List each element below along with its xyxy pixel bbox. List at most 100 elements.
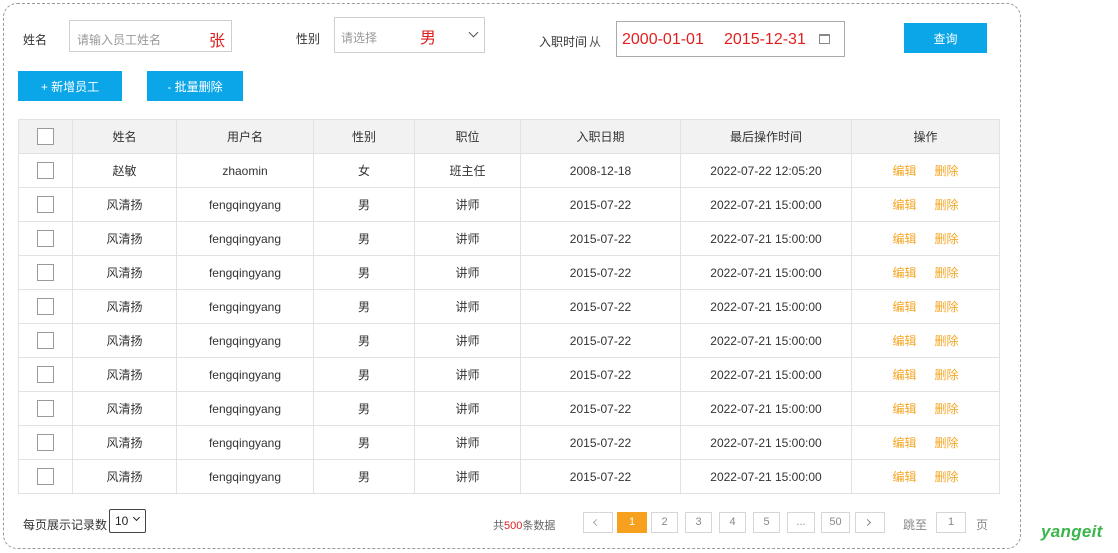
name-search-input[interactable]: 请输入员工姓名 张 (69, 20, 232, 52)
row-select-cell (18, 153, 73, 188)
row-checkbox[interactable] (37, 264, 54, 281)
cell-last-op-time: 2022-07-21 15:00:00 (680, 425, 852, 460)
gender-select-placeholder: 请选择 (341, 31, 378, 45)
column-header-name: 姓名 (72, 119, 177, 154)
total-count-value: 500 (504, 520, 523, 532)
employee-table: 姓名 用户名 性别 职位 入职日期 最后操作时间 操作 赵敏 zhaomin 女班主… (18, 119, 1000, 494)
page-button[interactable]: 4 (719, 512, 746, 533)
cell-username: fengqingyang (176, 459, 314, 494)
table-row: 风清扬 fengqingyang 男讲师 2015-07-22 2022-07-21 1… (18, 391, 1000, 426)
chevron-right-icon (863, 518, 872, 527)
cell-name: 风清扬 (72, 459, 177, 494)
name-filter-label: 姓名 (23, 33, 48, 47)
cell-actions: 编辑 删除 (851, 357, 1000, 392)
edit-link[interactable]: 编辑 (892, 266, 916, 280)
jump-page-input[interactable]: 1 (936, 512, 966, 533)
row-checkbox[interactable] (37, 162, 54, 179)
chevron-left-icon (592, 518, 601, 527)
row-checkbox[interactable] (37, 332, 54, 349)
cell-last-op-time: 2022-07-21 15:00:00 (680, 289, 852, 324)
search-button[interactable]: 查询 (904, 23, 987, 53)
gender-select[interactable]: 请选择 男 (334, 17, 485, 53)
row-checkbox[interactable] (37, 400, 54, 417)
table-row: 风清扬 fengqingyang 男讲师 2015-07-22 2022-07-21 1… (18, 289, 1000, 324)
cell-hire-date: 2015-07-22 (520, 391, 681, 426)
delete-link[interactable]: 删除 (935, 402, 959, 416)
row-checkbox[interactable] (37, 434, 54, 451)
edit-link[interactable]: 编辑 (892, 232, 916, 246)
page-button[interactable]: 5 (753, 512, 780, 533)
edit-link[interactable]: 编辑 (892, 164, 916, 178)
row-checkbox[interactable] (37, 230, 54, 247)
cell-actions: 编辑 删除 (851, 323, 1000, 358)
cell-hire-date: 2015-07-22 (520, 357, 681, 392)
row-checkbox[interactable] (37, 366, 54, 383)
page-size-label: 每页展示记录数 (23, 518, 108, 532)
page-button[interactable]: 3 (685, 512, 712, 533)
cell-actions: 编辑 删除 (851, 289, 1000, 324)
page-button[interactable]: 50 (821, 512, 850, 533)
cell-name: 风清扬 (72, 255, 177, 290)
row-checkbox[interactable] (37, 468, 54, 485)
name-input-value: 张 (209, 33, 226, 50)
cell-actions: 编辑 删除 (851, 153, 1000, 188)
delete-link[interactable]: 删除 (935, 232, 959, 246)
cell-position: 讲师 (414, 187, 521, 222)
edit-link[interactable]: 编辑 (892, 368, 916, 382)
cell-position: 讲师 (414, 459, 521, 494)
table-row: 风清扬 fengqingyang 男讲师 2015-07-22 2022-07-21 1… (18, 425, 1000, 460)
column-header-position: 职位 (414, 119, 521, 154)
cell-name: 风清扬 (72, 391, 177, 426)
cell-last-op-time: 2022-07-21 15:00:00 (680, 323, 852, 358)
cell-actions: 编辑 删除 (851, 255, 1000, 290)
cell-last-op-time: 2022-07-21 15:00:00 (680, 357, 852, 392)
add-employee-button[interactable]: + 新增员工 (18, 71, 122, 101)
cell-position: 班主任 (414, 153, 521, 188)
cell-last-op-time: 2022-07-21 15:00:00 (680, 391, 852, 426)
page-button[interactable]: 1 (617, 512, 647, 533)
row-select-cell (18, 221, 73, 256)
cell-hire-date: 2008-12-18 (520, 153, 681, 188)
gender-select-value: 男 (420, 30, 437, 47)
delete-link[interactable]: 删除 (935, 334, 959, 348)
edit-link[interactable]: 编辑 (892, 198, 916, 212)
delete-link[interactable]: 删除 (935, 266, 959, 280)
delete-link[interactable]: 删除 (935, 470, 959, 484)
hire-date-filter-label: 入职时间 (539, 35, 588, 49)
cell-last-op-time: 2022-07-21 15:00:00 (680, 187, 852, 222)
edit-link[interactable]: 编辑 (892, 334, 916, 348)
edit-link[interactable]: 编辑 (892, 436, 916, 450)
cell-last-op-time: 2022-07-21 15:00:00 (680, 221, 852, 256)
page-size-select[interactable]: 10 (109, 509, 146, 533)
column-header-gender: 性别 (313, 119, 415, 154)
delete-link[interactable]: 删除 (935, 198, 959, 212)
table-row: 风清扬 fengqingyang 男讲师 2015-07-22 2022-07-21 1… (18, 187, 1000, 222)
row-checkbox[interactable] (37, 196, 54, 213)
cell-name: 风清扬 (72, 357, 177, 392)
hire-date-range-picker[interactable]: 2000-01-01 2015-12-31 (616, 21, 845, 57)
select-all-checkbox[interactable] (37, 128, 54, 145)
edit-link[interactable]: 编辑 (892, 470, 916, 484)
next-page-button[interactable] (855, 512, 885, 533)
delete-link[interactable]: 删除 (935, 300, 959, 314)
date-range-start: 2000-01-01 (622, 31, 704, 48)
cell-username: fengqingyang (176, 187, 314, 222)
delete-link[interactable]: 删除 (935, 164, 959, 178)
cell-position: 讲师 (414, 357, 521, 392)
delete-link[interactable]: 删除 (935, 436, 959, 450)
edit-link[interactable]: 编辑 (892, 300, 916, 314)
name-input-placeholder: 请输入员工姓名 (77, 33, 162, 47)
cell-name: 赵敏 (72, 153, 177, 188)
batch-delete-button[interactable]: - 批量删除 (147, 71, 243, 101)
edit-link[interactable]: 编辑 (892, 402, 916, 416)
column-header-actions: 操作 (851, 119, 1000, 154)
page-button[interactable]: 2 (651, 512, 678, 533)
cell-position: 讲师 (414, 255, 521, 290)
prev-page-button[interactable] (583, 512, 613, 533)
cell-gender: 男 (313, 255, 415, 290)
table-row: 风清扬 fengqingyang 男讲师 2015-07-22 2022-07-21 1… (18, 323, 1000, 358)
delete-link[interactable]: 删除 (935, 368, 959, 382)
chevron-down-icon (132, 513, 141, 522)
cell-username: fengqingyang (176, 323, 314, 358)
row-checkbox[interactable] (37, 298, 54, 315)
